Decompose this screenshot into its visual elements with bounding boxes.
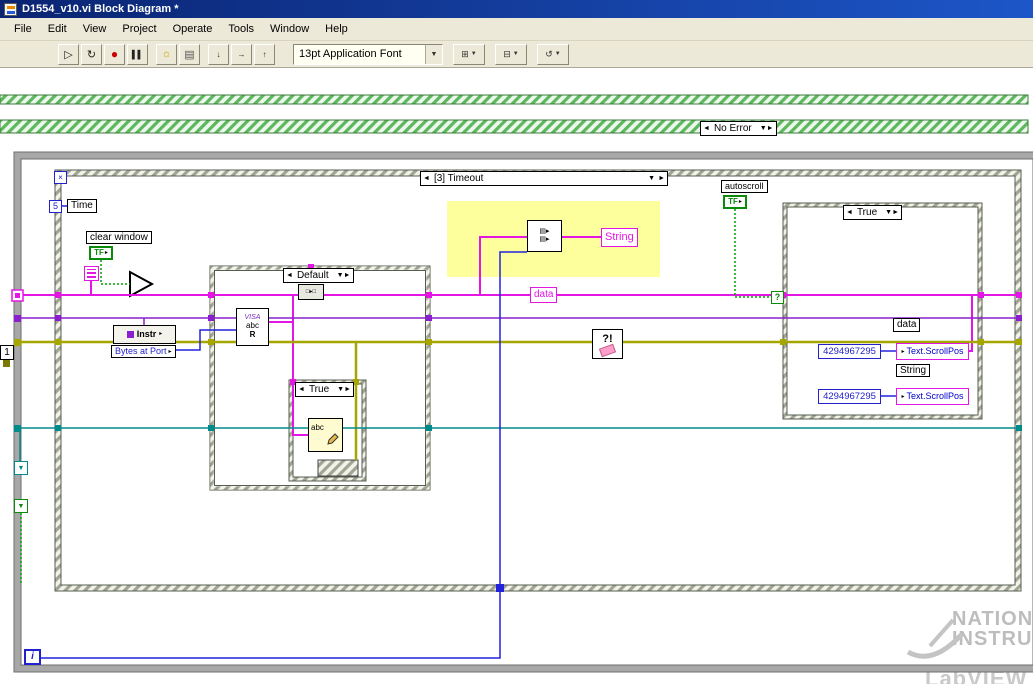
case-prev-icon[interactable]: ◄ bbox=[846, 209, 853, 216]
teal-shift-terminal[interactable]: ▼ bbox=[14, 461, 28, 475]
green-shift-terminal[interactable]: ▼ bbox=[14, 499, 28, 513]
visa-wires[interactable] bbox=[14, 317, 1021, 325]
right-true-case-selector[interactable]: ◄ True ▼ ► bbox=[843, 205, 903, 220]
string-label-text: String bbox=[605, 231, 634, 243]
text-scrollpos-property-1[interactable]: ▸ Text.ScrollPos bbox=[896, 343, 969, 360]
autoscroll-label[interactable]: autoscroll bbox=[721, 180, 768, 193]
clear-window-boolean-terminal[interactable]: TF ▸ bbox=[89, 246, 113, 260]
visa-property-node-header[interactable]: Instr ▸ bbox=[113, 325, 176, 344]
format-node-glyph-row2: ▤▸ bbox=[539, 236, 550, 243]
timeout-constant[interactable]: 5 bbox=[49, 200, 62, 213]
terminal-arrow-icon: ▸ bbox=[159, 331, 163, 338]
scrollpos-string-text: String bbox=[900, 364, 927, 376]
case-dropdown-icon[interactable]: ▼ bbox=[648, 175, 655, 182]
string-indicator-label[interactable]: String bbox=[601, 228, 638, 247]
timeout-constant-value: 5 bbox=[52, 201, 58, 211]
case-dropdown-icon[interactable]: ▼ bbox=[337, 272, 344, 279]
right-true-case-selector-label[interactable]: True bbox=[857, 207, 877, 218]
error-case-selector-label[interactable]: No Error bbox=[714, 123, 752, 134]
cluster-constant[interactable] bbox=[84, 266, 99, 281]
terminal-arrow-icon: ▸ bbox=[104, 250, 108, 256]
default-case-selector-label[interactable]: Default bbox=[297, 270, 329, 281]
case-next-icon[interactable]: ► bbox=[344, 386, 351, 393]
clear-window-text: clear window bbox=[90, 231, 148, 243]
conversion-node-glyph: □▸□ bbox=[305, 288, 317, 295]
case-next-icon[interactable]: ► bbox=[344, 272, 351, 279]
ni-eagle-logo bbox=[906, 618, 964, 659]
terminal-arrow-icon: ▸ bbox=[901, 393, 905, 400]
time-terminal[interactable]: Time bbox=[67, 199, 97, 213]
scrollpos-data-label[interactable]: data bbox=[893, 318, 921, 332]
question-glyph: ? bbox=[774, 292, 781, 302]
one-constant[interactable]: 1 bbox=[0, 345, 14, 360]
event-case-selector-label[interactable]: [3] Timeout bbox=[434, 173, 483, 184]
tf-glyph: TF bbox=[728, 197, 738, 206]
visa-read-line3: R bbox=[249, 329, 256, 339]
bytes-at-port-property[interactable]: Bytes at Port ▸ bbox=[111, 345, 176, 358]
text-scrollpos-2-label: Text.ScrollPos bbox=[906, 391, 964, 401]
default-case-selector[interactable]: ◄ Default ▼ ► bbox=[283, 268, 354, 283]
case-prev-icon[interactable]: ◄ bbox=[423, 175, 430, 182]
case-structure-right-true-border[interactable] bbox=[782, 202, 983, 420]
iteration-terminal[interactable]: i bbox=[24, 649, 41, 665]
terminal-arrow-icon: ▸ bbox=[738, 199, 742, 205]
data-label-text: data bbox=[534, 289, 554, 300]
terminal-arrow-icon: ▸ bbox=[901, 348, 905, 355]
autoscroll-text: autoscroll bbox=[725, 181, 764, 191]
error-case-selector[interactable]: ◄ No Error ▼ ► bbox=[700, 121, 777, 136]
clear-window-label[interactable]: clear window bbox=[86, 231, 152, 244]
text-scrollpos-property-2[interactable]: ▸ Text.ScrollPos bbox=[896, 388, 969, 405]
eraser-icon bbox=[598, 343, 617, 358]
clear-errors-node[interactable]: ?! bbox=[592, 329, 623, 359]
event-case-selector[interactable]: ◄ [3] Timeout ▼ ► bbox=[420, 171, 668, 186]
case-next-icon[interactable]: ► bbox=[658, 175, 665, 182]
inner-true-case-selector-label[interactable]: True bbox=[309, 384, 329, 395]
conversion-node[interactable]: □▸□ bbox=[298, 284, 324, 300]
cluster-constant-pattern bbox=[87, 269, 96, 278]
case-prev-icon[interactable]: ◄ bbox=[286, 272, 293, 279]
bytes-at-port-label: Bytes at Port bbox=[115, 346, 167, 356]
scrollpos-constant-2-value: 4294967295 bbox=[823, 390, 876, 402]
inner-true-case-selector[interactable]: ◄ True ▼ ► bbox=[295, 382, 355, 397]
error-case-structure-border[interactable] bbox=[0, 94, 1029, 134]
abc-glyph: abc bbox=[311, 422, 324, 432]
labview-block-diagram-window: D1554_v10.vi Block Diagram * File Edit V… bbox=[0, 0, 1033, 684]
dynamic-event-terminal[interactable]: × bbox=[54, 171, 67, 184]
case-next-icon[interactable]: ► bbox=[767, 125, 774, 132]
case-dropdown-icon[interactable]: ▼ bbox=[760, 125, 767, 132]
instr-label: Instr bbox=[136, 328, 157, 339]
scrollpos-constant-1-value: 4294967295 bbox=[823, 345, 876, 357]
case-dropdown-icon[interactable]: ▼ bbox=[337, 386, 344, 393]
string-write-node[interactable]: abc bbox=[308, 418, 343, 452]
case-dropdown-icon[interactable]: ▼ bbox=[885, 209, 892, 216]
terminal-arrow-icon: ▸ bbox=[168, 348, 172, 355]
triangle-function-node[interactable] bbox=[129, 270, 155, 298]
format-node-glyph-row1: ▤▸ bbox=[539, 228, 550, 236]
pencil-icon bbox=[327, 433, 339, 446]
time-terminal-label: Time bbox=[71, 200, 93, 211]
case-prev-icon[interactable]: ◄ bbox=[703, 125, 710, 132]
event-terminal-icon: × bbox=[58, 172, 63, 182]
tf-glyph: TF bbox=[94, 248, 104, 257]
scrollpos-constant-2[interactable]: 4294967295 bbox=[818, 389, 881, 404]
case-next-icon[interactable]: ► bbox=[892, 209, 899, 216]
scrollpos-string-label[interactable]: String bbox=[896, 364, 931, 377]
autoscroll-boolean-terminal[interactable]: TF ▸ bbox=[723, 195, 747, 209]
data-label[interactable]: data bbox=[530, 287, 558, 303]
visa-read-node[interactable]: VISA abc R bbox=[236, 308, 269, 346]
key-icon bbox=[126, 331, 134, 338]
case-condition-terminal[interactable]: ? bbox=[771, 291, 784, 304]
scrollpos-data-text: data bbox=[897, 319, 917, 330]
format-string-node[interactable]: ▤▸ ▤▸ bbox=[527, 220, 562, 252]
small-hatched-node[interactable] bbox=[317, 459, 359, 477]
refnum-wires[interactable] bbox=[14, 427, 1021, 461]
down-arrow-icon: ▼ bbox=[17, 464, 25, 472]
down-arrow-icon: ▼ bbox=[17, 502, 25, 510]
case-prev-icon[interactable]: ◄ bbox=[298, 386, 305, 393]
one-constant-value: 1 bbox=[4, 346, 10, 358]
text-scrollpos-1-label: Text.ScrollPos bbox=[906, 346, 964, 356]
iteration-glyph: i bbox=[31, 651, 34, 662]
scrollpos-constant-1[interactable]: 4294967295 bbox=[818, 344, 881, 359]
